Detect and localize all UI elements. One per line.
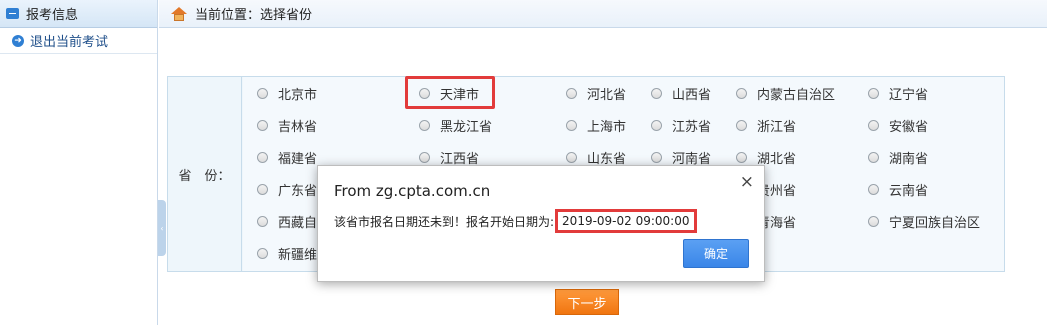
dialog-message-text: 该省市报名日期还未到！报名开始日期为:	[334, 214, 555, 229]
province-option[interactable]: 黑龙江省	[419, 115, 492, 135]
ok-button[interactable]: 确定	[683, 239, 749, 268]
radio-button[interactable]	[257, 183, 268, 195]
province-label: 省 份：	[168, 77, 242, 271]
province-option[interactable]: 河北省	[566, 83, 626, 103]
radio-button[interactable]	[419, 151, 430, 163]
dialog-message: 该省市报名日期还未到！报名开始日期为: 2019-09-02 09:00:00	[334, 209, 697, 233]
radio-button[interactable]	[651, 151, 662, 163]
province-option[interactable]: 上海市	[566, 115, 626, 135]
province-option[interactable]: 西藏自	[257, 211, 317, 231]
radio-button[interactable]	[257, 151, 268, 163]
sidebar-item-exit-exam[interactable]: ➜ 退出当前考试	[0, 28, 157, 54]
radio-button[interactable]	[736, 151, 747, 163]
province-option[interactable]: 广东省	[257, 179, 317, 199]
province-option[interactable]: 江苏省	[651, 115, 711, 135]
province-option[interactable]: 宁夏回族自治区	[868, 211, 980, 231]
arrow-right-icon: ➜	[12, 34, 24, 47]
radio-button[interactable]	[868, 183, 879, 195]
province-option[interactable]: 湖北省	[736, 147, 796, 167]
sidebar-header: 报考信息	[0, 0, 157, 28]
home-icon[interactable]	[171, 6, 187, 21]
radio-button[interactable]	[868, 87, 879, 99]
radio-button[interactable]	[868, 119, 879, 131]
province-option[interactable]: 山东省	[566, 147, 626, 167]
sidebar-collapse-handle[interactable]: ‹	[158, 200, 166, 256]
radio-button[interactable]	[257, 247, 268, 259]
radio-button[interactable]	[566, 119, 577, 131]
province-option[interactable]: 北京市	[257, 83, 317, 103]
province-option[interactable]: 内蒙古自治区	[736, 83, 835, 103]
province-option[interactable]: 新疆维	[257, 243, 317, 263]
highlight-box	[405, 76, 495, 109]
close-icon[interactable]: ×	[740, 172, 754, 192]
breadcrumb-bar: 当前位置：选择省份	[159, 0, 1047, 28]
province-option[interactable]: 云南省	[868, 179, 928, 199]
breadcrumb: 当前位置：选择省份	[195, 8, 313, 23]
radio-button[interactable]	[257, 119, 268, 131]
alert-dialog: From zg.cpta.com.cn × 该省市报名日期还未到！报名开始日期为…	[317, 165, 765, 282]
next-step-button[interactable]: 下一步	[555, 289, 619, 315]
dialog-start-date: 2019-09-02 09:00:00	[555, 209, 697, 233]
province-option[interactable]: 江西省	[419, 147, 479, 167]
radio-button[interactable]	[651, 119, 662, 131]
sidebar-title: 报考信息	[26, 8, 79, 23]
radio-button[interactable]	[736, 87, 747, 99]
sidebar-item-label: 退出当前考试	[30, 35, 109, 50]
province-option[interactable]: 福建省	[257, 147, 317, 167]
radio-button[interactable]	[257, 87, 268, 99]
radio-button[interactable]	[736, 119, 747, 131]
radio-button[interactable]	[566, 87, 577, 99]
radio-button[interactable]	[419, 119, 430, 131]
radio-button[interactable]	[257, 215, 268, 227]
province-option[interactable]: 浙江省	[736, 115, 796, 135]
radio-button[interactable]	[868, 215, 879, 227]
sidebar: 报考信息 ➜ 退出当前考试	[0, 0, 158, 325]
province-option[interactable]: 山西省	[651, 83, 711, 103]
radio-button[interactable]	[566, 151, 577, 163]
radio-button[interactable]	[651, 87, 662, 99]
dialog-title: From zg.cpta.com.cn	[334, 182, 491, 200]
province-option[interactable]: 湖南省	[868, 147, 928, 167]
radio-button[interactable]	[868, 151, 879, 163]
province-option[interactable]: 安徽省	[868, 115, 928, 135]
province-option[interactable]: 辽宁省	[868, 83, 928, 103]
province-option[interactable]: 吉林省	[257, 115, 317, 135]
collapse-minus-icon[interactable]	[6, 8, 19, 19]
province-option[interactable]: 河南省	[651, 147, 711, 167]
